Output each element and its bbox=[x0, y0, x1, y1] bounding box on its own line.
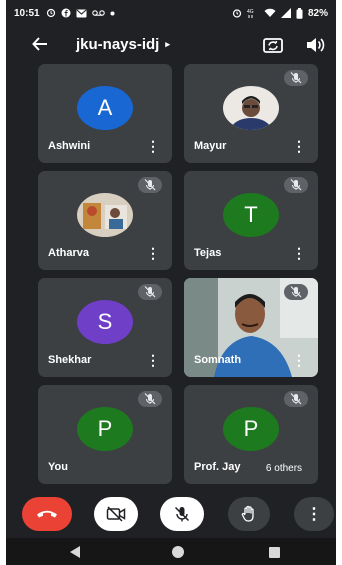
participant-menu-button[interactable]: ⋮ bbox=[146, 245, 160, 261]
mic-off-icon bbox=[290, 72, 302, 84]
signal-icon bbox=[280, 8, 291, 18]
mic-off-icon bbox=[144, 286, 156, 298]
participant-name: Ashwini bbox=[48, 140, 91, 152]
dot-icon bbox=[110, 11, 115, 15]
hang-up-icon bbox=[37, 510, 57, 518]
svg-text:4G: 4G bbox=[247, 9, 254, 15]
call-top-bar: jku-nays-idj ▸ bbox=[6, 28, 336, 62]
participant-menu-button[interactable]: ⋮ bbox=[146, 352, 160, 368]
participant-tile-ashwini[interactable]: A Ashwini ⋮ bbox=[38, 64, 172, 163]
muted-indicator bbox=[284, 177, 308, 193]
camera-off-icon bbox=[106, 506, 126, 522]
status-time: 10:51 bbox=[14, 7, 40, 19]
others-count-chip[interactable]: 6 others bbox=[251, 460, 317, 478]
avatar-photo bbox=[77, 193, 133, 237]
participant-menu-button[interactable]: ⋮ bbox=[292, 352, 306, 368]
participant-menu-button[interactable]: ⋮ bbox=[292, 138, 306, 154]
more-options-button[interactable]: ⋮ bbox=[294, 497, 334, 531]
speaker-button[interactable] bbox=[304, 34, 326, 56]
status-bar: 10:51 4G 82% bbox=[6, 0, 336, 26]
arrow-left-icon bbox=[32, 37, 47, 51]
mic-off-icon bbox=[144, 393, 156, 405]
nav-back-icon[interactable] bbox=[70, 546, 80, 558]
avatar: P bbox=[223, 407, 279, 451]
avatar-photo bbox=[223, 86, 279, 130]
nav-home-icon[interactable] bbox=[172, 546, 184, 558]
battery-percent: 82% bbox=[307, 7, 328, 19]
avatar: A bbox=[77, 86, 133, 130]
mic-off-icon bbox=[290, 179, 302, 191]
wifi-icon bbox=[264, 8, 276, 17]
participant-menu-button[interactable]: ⋮ bbox=[292, 245, 306, 261]
muted-indicator bbox=[138, 284, 162, 300]
nav-recents-icon[interactable] bbox=[269, 547, 280, 558]
meet-call-screen: 10:51 4G 82% jku-nays-idj ▸ A Ashwini ⋮ … bbox=[6, 0, 336, 565]
battery-icon bbox=[296, 7, 303, 19]
back-button[interactable] bbox=[28, 32, 52, 56]
voicemail-icon bbox=[91, 10, 105, 16]
hang-up-button[interactable] bbox=[22, 497, 72, 531]
participant-name: Prof. Jay bbox=[194, 461, 241, 473]
raise-hand-button[interactable] bbox=[228, 497, 270, 531]
alarm-icon bbox=[46, 8, 55, 18]
participant-menu-button[interactable]: ⋮ bbox=[146, 138, 160, 154]
camera-switch-icon bbox=[263, 38, 283, 53]
facebook-icon bbox=[61, 8, 71, 18]
participant-name: Mayur bbox=[194, 140, 227, 152]
participant-name: Atharva bbox=[48, 247, 89, 259]
muted-indicator bbox=[284, 284, 308, 300]
participant-name: You bbox=[48, 461, 68, 473]
mic-toggle-button[interactable] bbox=[160, 497, 204, 531]
camera-switch-button[interactable] bbox=[262, 34, 284, 56]
more-vertical-icon: ⋮ bbox=[306, 506, 322, 523]
alarm-icon bbox=[232, 9, 242, 18]
participant-tile-tejas[interactable]: T Tejas ⋮ bbox=[184, 171, 318, 270]
meeting-code-button[interactable]: jku-nays-idj ▸ bbox=[76, 36, 170, 53]
muted-indicator bbox=[138, 177, 162, 193]
speaker-icon bbox=[307, 38, 325, 52]
avatar: T bbox=[223, 193, 279, 237]
participant-tile-mayur[interactable]: Mayur ⋮ bbox=[184, 64, 318, 163]
status-right-icons: 4G 82% bbox=[232, 7, 328, 19]
avatar: P bbox=[77, 407, 133, 451]
chevron-right-icon: ▸ bbox=[165, 39, 170, 49]
muted-indicator bbox=[138, 391, 162, 407]
avatar: S bbox=[77, 300, 133, 344]
camera-toggle-button[interactable] bbox=[94, 497, 138, 531]
participant-tile-somnath[interactable]: Somnath ⋮ bbox=[184, 278, 318, 377]
participant-name: Somnath bbox=[194, 354, 242, 366]
gmail-icon bbox=[76, 9, 87, 17]
participant-name: Tejas bbox=[194, 247, 222, 259]
meeting-code: jku-nays-idj bbox=[76, 36, 160, 53]
participant-name: Shekhar bbox=[48, 354, 92, 366]
participant-tile-atharva[interactable]: Atharva ⋮ bbox=[38, 171, 172, 270]
muted-indicator bbox=[284, 391, 308, 407]
muted-indicator bbox=[284, 70, 308, 86]
participant-tile-you[interactable]: P You bbox=[38, 385, 172, 484]
participant-tile-shekhar[interactable]: S Shekhar ⋮ bbox=[38, 278, 172, 377]
mic-off-icon bbox=[290, 393, 302, 405]
mic-off-icon bbox=[144, 179, 156, 191]
mic-off-icon bbox=[290, 286, 302, 298]
status-left-icons bbox=[46, 8, 115, 18]
data-icon: 4G bbox=[247, 9, 254, 18]
mic-off-icon bbox=[174, 506, 190, 522]
system-nav-bar bbox=[6, 538, 336, 565]
raise-hand-icon bbox=[241, 505, 254, 522]
